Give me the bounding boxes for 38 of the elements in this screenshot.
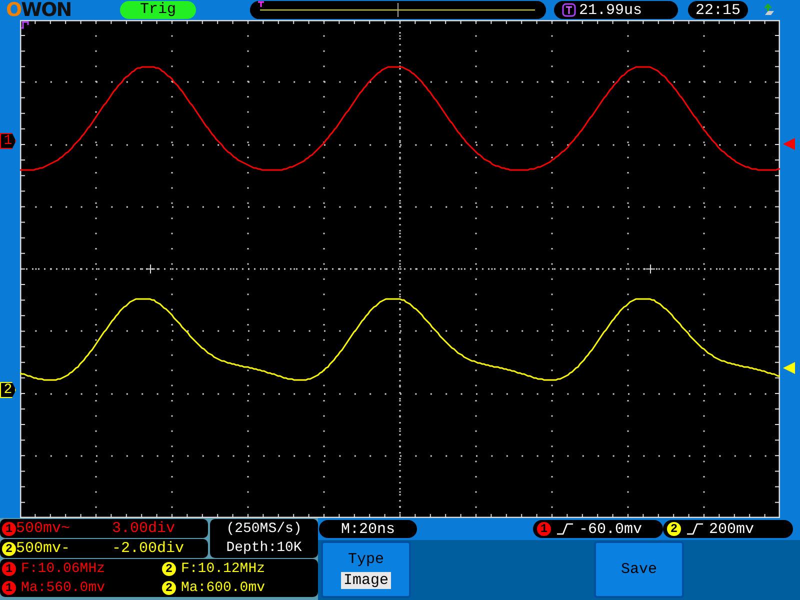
measurement-value: F:10.06MHz: [21, 560, 106, 576]
crosshair-icon: [646, 264, 656, 274]
record-depth: Depth:10K: [226, 540, 302, 556]
trigger-level: -60.0mv: [579, 520, 642, 538]
trigger-status: Trig: [120, 1, 196, 19]
rising-edge-icon: [557, 523, 573, 535]
channel-badge: 2: [162, 580, 176, 594]
channel-badge: 2: [667, 522, 681, 536]
sample-rate: (250MS/s): [226, 520, 302, 537]
measurement-value: F:10.12MHz: [181, 560, 266, 576]
channel-badge: 1: [2, 580, 16, 594]
menu-option-button[interactable]: Type Image: [321, 541, 411, 598]
channel-badge: 1: [2, 562, 16, 576]
crosshair-icon: [146, 264, 156, 274]
usb-device-icon: [762, 3, 776, 17]
option-value: Image: [341, 572, 390, 588]
measurement-value: Ma:600.0mv: [181, 580, 266, 596]
brand-logo: OWON: [5, 0, 72, 20]
trigger-level: 200mv: [709, 520, 754, 538]
vertical-position: 3.00div: [112, 520, 176, 537]
measurement-value: Ma:560.0mv: [21, 580, 106, 596]
rising-edge-icon: [687, 523, 703, 535]
channel-badge: 1: [2, 522, 16, 536]
volts-per-div: 500mv-: [16, 540, 72, 557]
trigger-level-arrow-icon[interactable]: [782, 361, 796, 375]
channel-marker[interactable]: 1: [0, 133, 16, 149]
trigger-icon: [562, 3, 576, 17]
clock: 22:15: [688, 1, 748, 19]
timebase-readout: M:20ns: [319, 520, 417, 538]
trigger-time: 21.99us: [554, 1, 678, 19]
channel-badge: 2: [162, 562, 176, 576]
channel-badge: 1: [537, 522, 551, 536]
vertical-position: -2.00div: [112, 540, 184, 557]
volts-per-div: 500mv~: [16, 520, 72, 537]
channel-marker[interactable]: 2: [0, 382, 16, 398]
trigger-marker-icon: [20, 21, 29, 29]
menu-action-button[interactable]: Save: [594, 541, 684, 598]
channel-badge: 2: [2, 542, 16, 556]
